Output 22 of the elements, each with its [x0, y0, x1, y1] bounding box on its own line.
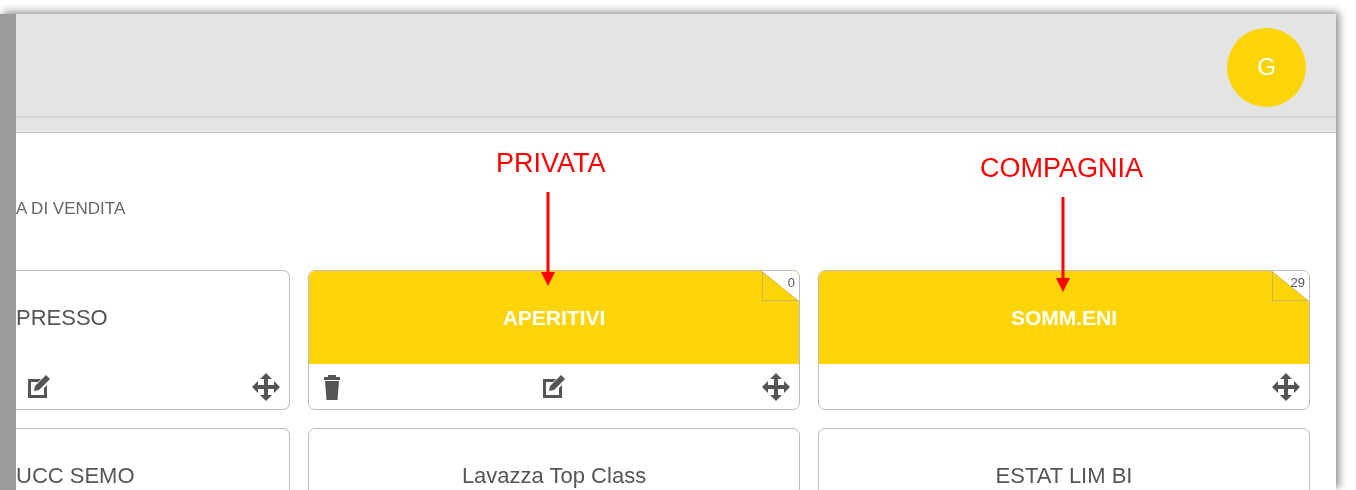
category-card-highlighted[interactable]: APERITIVI 0 [308, 270, 800, 410]
move-arrows-icon[interactable] [251, 371, 281, 402]
card-title: PRESSO [16, 304, 108, 331]
move-arrows-icon[interactable] [1271, 371, 1301, 402]
category-card[interactable]: Lavazza Top Class [308, 428, 800, 490]
annotation-label: COMPAGNIA [980, 153, 1143, 184]
section-title: A DI VENDITA [16, 199, 126, 219]
category-card-highlighted[interactable]: SOMM.ENI 29 [818, 270, 1310, 410]
card-title: APERITIVI [502, 305, 606, 330]
category-card[interactable]: ESTAT LIM BI [818, 428, 1310, 490]
category-card[interactable]: UCC SEMO [16, 428, 290, 490]
card-title: SOMM.ENI [1010, 305, 1118, 330]
item-count: 0 [787, 275, 795, 290]
move-arrows-icon[interactable] [761, 371, 791, 402]
folded-corner-icon [1272, 271, 1309, 301]
item-count: 29 [1290, 275, 1305, 290]
card-title: ESTAT LIM BI [995, 462, 1133, 489]
card-title: Lavazza Top Class [461, 462, 647, 489]
folded-corner-icon [762, 271, 799, 301]
category-card[interactable]: PRESSO [16, 270, 290, 410]
card-title: UCC SEMO [16, 462, 135, 489]
annotation-label: PRIVATA [496, 148, 606, 179]
